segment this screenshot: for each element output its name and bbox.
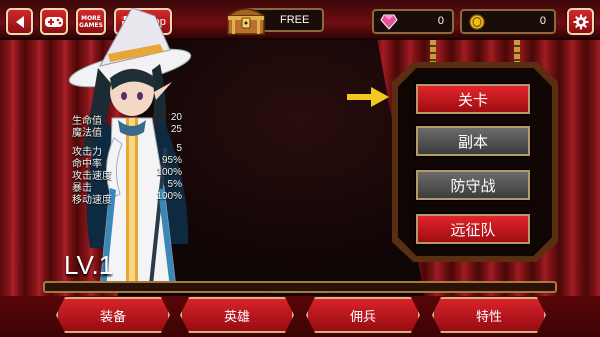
stat-value: 100% — [156, 167, 182, 178]
stat-value: 20 — [170, 112, 182, 123]
stat-row: 命中率 95% — [72, 155, 182, 170]
stat-value: 5% — [167, 179, 182, 190]
stat-value: 95% — [161, 155, 182, 166]
settings-button[interactable] — [567, 8, 594, 35]
gem-count: 0 — [437, 15, 444, 27]
arrow-pointer-icon — [347, 87, 389, 107]
experience-bar — [43, 281, 557, 293]
tab-mercenaries[interactable]: 佣兵 — [306, 297, 420, 333]
defense-button[interactable]: 防守战 — [416, 170, 530, 200]
stat-label: 移动速度 — [72, 195, 112, 206]
coin-counter[interactable]: 0 — [460, 9, 556, 34]
tab-heroes[interactable]: 英雄 — [180, 297, 294, 333]
free-chest-label: FREE — [280, 14, 310, 26]
stage-button[interactable]: 关卡 — [416, 84, 530, 114]
game-stage: MORE GAMES Shop FREE — [0, 0, 600, 337]
dungeon-button[interactable]: 副本 — [416, 126, 530, 156]
gem-counter[interactable]: 0 — [372, 9, 454, 34]
tab-equipment[interactable]: 装备 — [56, 297, 170, 333]
coin-icon — [469, 14, 485, 30]
stat-row: 魔法值 25 — [72, 124, 182, 139]
coin-count: 0 — [539, 15, 546, 27]
stat-row: 攻击力 5 — [72, 143, 182, 158]
gear-icon — [573, 14, 588, 29]
stat-row: 生命值 20 — [72, 112, 182, 127]
stat-row: 暴击 5% — [72, 179, 182, 194]
hero-level: LV.1 — [64, 250, 114, 280]
hero-stats: 生命值 20 魔法值 25 攻击力 5 命中率 95% 攻击速度 100% 暴击… — [72, 112, 182, 206]
free-chest[interactable]: FREE — [222, 2, 324, 36]
stat-row: 攻击速度 100% — [72, 167, 182, 182]
stat-value: 100% — [156, 191, 182, 202]
stat-value: 25 — [170, 124, 182, 135]
back-button[interactable] — [6, 8, 33, 35]
stat-value: 5 — [176, 143, 182, 154]
expedition-button[interactable]: 远征队 — [416, 214, 530, 244]
back-arrow-icon — [15, 15, 24, 28]
stat-row: 移动速度 100% — [72, 191, 182, 206]
stat-label: 魔法值 — [72, 128, 102, 139]
tab-traits[interactable]: 特性 — [432, 297, 546, 333]
gem-icon — [380, 14, 398, 30]
